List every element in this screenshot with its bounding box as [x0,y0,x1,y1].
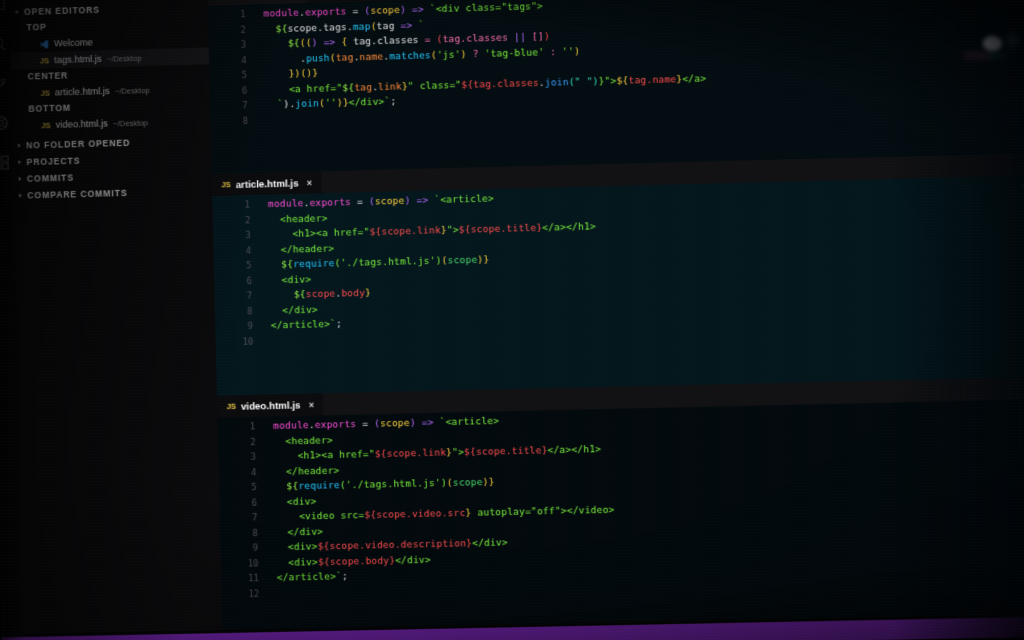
extensions-icon[interactable] [0,154,10,171]
screenshot-root: EXPLORER OPEN EDITORS TOP Welcome JS tag… [0,0,1024,640]
sidebar-file-path: ~/Desktop [106,52,142,64]
code-content[interactable]: module.exports = (scope) => `<div class=… [253,0,1024,129]
editor-pane-top: Welcome JS tags.html.js × 12345678 modul… [207,0,1024,175]
js-file-icon: JS [41,120,51,130]
sidebar-section-label: PROJECTS [26,155,81,168]
explorer-sidebar: EXPLORER OPEN EDITORS TOP Welcome JS tag… [8,0,223,634]
tab-label: article.html.js [235,177,299,190]
js-file-icon: JS [40,87,50,98]
code-content[interactable]: module.exports = (scope) => `<article> <… [262,398,1024,601]
run-and-debug-icon[interactable] [0,114,9,131]
chevron-right-icon [18,176,22,181]
code-area-bottom[interactable]: 1 2 3 4 5 6 7 8 9 10 11 12 module.exports = (scope)… [217,398,1024,602]
line-number-gutter: 12345678 [240,9,249,127]
sidebar-section-label: COMPARE COMMITS [27,187,128,201]
sidebar-file-name: Welcome [53,37,94,49]
vscode-logo-icon [39,39,49,49]
line-number-gutter: 1 2 3 4 5 6 7 8 9 10 [242,200,254,348]
sidebar-section-label: COMMITS [26,172,75,184]
files-explorer-icon[interactable] [0,0,6,13]
search-icon[interactable] [0,35,7,52]
code-area-top[interactable]: 12345678 module.exports = (scope) => `<d… [208,0,1024,130]
tab-video-html-js[interactable]: JS video.html.js × [216,393,324,418]
editor-pane-center: JS article.html.js × 1 2 3 4 5 6 7 8 9 10 module.… [211,152,1024,396]
editor-pane-bottom: JS video.html.js × 1 2 3 4 5 6 7 8 9 10 11 12 modul… [216,376,1024,630]
chevron-right-icon [17,143,21,148]
code-content[interactable]: module.exports = (scope) => `<article> <… [257,175,1024,350]
sidebar-section-label: OPEN EDITORS [23,4,101,17]
sidebar-file-name: article.html.js [54,85,110,98]
close-icon[interactable]: × [309,399,314,410]
tab-article-html-js[interactable]: JS article.html.js × [211,171,322,196]
sidebar-file-path: ~/Desktop [114,85,150,96]
sidebar-file-name: tags.html.js [53,53,102,66]
js-file-icon: JS [221,179,231,190]
sidebar-section-label: NO FOLDER OPENED [26,137,131,151]
chevron-down-icon [14,10,19,14]
editor-group-stack: Welcome JS tags.html.js × 12345678 modul… [207,0,1024,630]
sidebar-file-name: video.html.js [55,118,108,130]
chevron-right-icon [18,193,23,198]
vscode-window: EXPLORER OPEN EDITORS TOP Welcome JS tag… [0,0,1024,640]
line-number-gutter: 1 2 3 4 5 6 7 8 9 10 11 12 [247,422,260,600]
tab-label: video.html.js [240,399,301,412]
chevron-right-icon [18,160,22,165]
sidebar-section-compare-commits[interactable]: COMPARE COMMITS [14,182,213,204]
source-control-icon[interactable] [0,75,8,92]
code-area-center[interactable]: 1 2 3 4 5 6 7 8 9 10 module.exports = (scope) => … [212,175,1024,351]
sidebar-file-path: ~/Desktop [112,117,149,128]
close-icon[interactable]: × [307,177,312,188]
js-file-icon: JS [226,401,236,412]
js-file-icon: JS [39,55,49,66]
